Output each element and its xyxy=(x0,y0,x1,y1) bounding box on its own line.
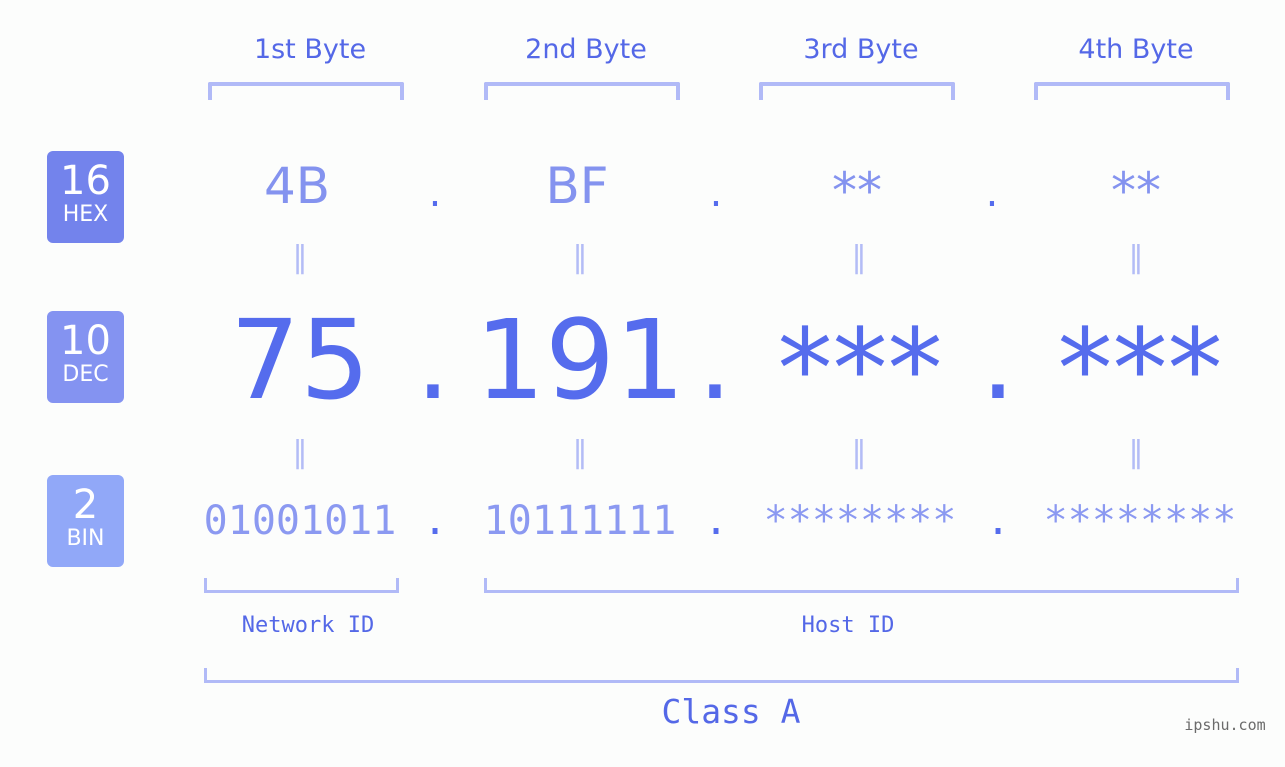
dec-badge: 10 DEC xyxy=(47,311,124,403)
hex-badge-number: 16 xyxy=(60,158,111,204)
hex-badge-label: HEX xyxy=(62,202,109,227)
hex-octet-2: BF xyxy=(545,157,609,215)
byte-bracket-4 xyxy=(1034,82,1230,100)
hex-octet-4: ** xyxy=(1111,162,1161,220)
dec-badge-number: 10 xyxy=(60,318,111,364)
equals-icon: ‖ xyxy=(572,435,588,470)
byte-title-2: 2nd Byte xyxy=(525,34,647,65)
hex-octet-1: 4B xyxy=(263,157,331,215)
byte-bracket-2 xyxy=(484,82,680,100)
dec-octet-4: *** xyxy=(1057,305,1223,433)
equals-icon: ‖ xyxy=(292,240,308,275)
network-id-label: Network ID xyxy=(241,613,375,638)
class-label: Class A xyxy=(661,692,801,731)
equals-icon: ‖ xyxy=(851,240,867,275)
byte-bracket-3 xyxy=(759,82,955,100)
host-id-bracket xyxy=(484,578,1239,593)
equals-icon: ‖ xyxy=(851,435,867,470)
host-id-label: Host ID xyxy=(801,613,895,638)
byte-title-3: 3rd Byte xyxy=(803,34,919,65)
hex-separator-3: . xyxy=(985,170,999,216)
bin-badge-number: 2 xyxy=(72,482,99,528)
equals-icon: ‖ xyxy=(572,240,588,275)
class-bracket xyxy=(204,668,1239,683)
bin-badge: 2 BIN xyxy=(47,475,124,567)
byte-title-1: 1st Byte xyxy=(253,34,367,65)
hex-octet-3: ** xyxy=(832,162,882,220)
hex-separator-2: . xyxy=(709,170,723,216)
dec-badge-label: DEC xyxy=(62,362,109,387)
bin-badge-label: BIN xyxy=(66,526,105,551)
hex-separator-1: . xyxy=(428,170,442,216)
bin-octet-4: ******** xyxy=(1043,498,1237,544)
equals-icon: ‖ xyxy=(292,435,308,470)
watermark: ipshu.com xyxy=(1184,716,1266,734)
byte-bracket-1 xyxy=(208,82,404,100)
network-id-bracket xyxy=(204,578,399,593)
equals-icon: ‖ xyxy=(1128,435,1144,470)
byte-title-4: 4th Byte xyxy=(1078,34,1194,65)
equals-icon: ‖ xyxy=(1128,240,1144,275)
hex-badge: 16 HEX xyxy=(47,151,124,243)
